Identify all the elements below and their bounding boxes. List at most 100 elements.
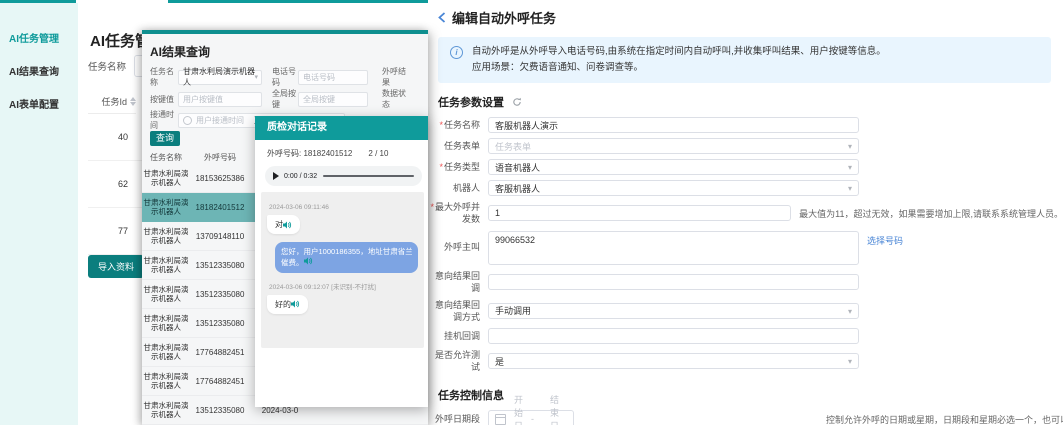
query-button[interactable]: 查询 [150,131,180,146]
info-alert: i 自动外呼是从外呼导入电话号码,由系统在指定时间内自动呼叫,并收集呼叫结果、用… [438,37,1051,83]
task-name-cell: 甘肃水利局演示机器人 [142,198,190,217]
result-query-panel: AI结果查询 任务名称 甘肃水利局演示机器人 ▾ 电话号码 电话号码 外呼结果 … [142,30,428,425]
page-title: 编辑自动外呼任务 [452,8,556,27]
message-timestamp: 2024-03-06 09:12:07 [未识别-不打扰] [269,281,418,291]
select-field[interactable]: 客服机器人 ▾ [488,180,859,196]
field-label: 意向结果回调 [428,270,480,294]
task-name-cell: 甘肃水利局演示机器人 [142,169,190,188]
speaker-icon[interactable] [283,221,292,229]
sidebar-item[interactable]: AI结果查询 [0,54,78,87]
select-field[interactable]: 语音机器人 ▾ [488,159,859,175]
task-name-select[interactable]: 甘肃水利局演示机器人 ▾ [178,70,262,85]
date-range-picker[interactable]: 开始日期 - 结束日期 [488,410,574,425]
global-key-input[interactable]: 全局按键 [298,92,368,107]
import-data-button[interactable]: 导入资料 [88,255,144,278]
phone-cell: 17764882451 [190,348,250,357]
sidebar-item[interactable]: AI表单配置 [0,87,78,120]
task-name-cell: 甘肃水利局演示机器人 [142,314,190,333]
sidebar: AI任务管理AI结果查询AI表单配置 [0,3,78,425]
field-hint: 最大值为11，超过无效，如果需要增加上限,请联系系统管理人员。 [799,207,1063,220]
form-row: 挂机回调 [428,328,1063,344]
form-row: *任务名称 客服机器人演示 [428,117,1063,133]
field-label: *最大外呼并发数 [428,201,480,225]
select-number-link[interactable]: 选择号码 [867,234,903,247]
chevron-down-icon: ▾ [848,184,852,193]
phone-cell: 13512335080 [190,290,250,299]
form-row: *最大外呼并发数 1 最大值为11，超过无效，如果需要增加上限,请联系系统管理人员。 [428,201,1063,225]
required-mark: * [439,120,443,130]
refresh-icon[interactable] [512,97,522,107]
audio-player[interactable]: 0:00 / 0:32 [265,166,422,186]
field-label: 外呼主叫 [428,241,480,253]
key-value-input[interactable]: 用户按键值 [178,92,262,107]
task-name-cell: 甘肃水利局演示机器人 [142,343,190,362]
select-field[interactable]: 手动调用▾ [488,303,859,319]
task-name-cell: 甘肃水利局演示机器人 [142,256,190,275]
field-value: 手动调用 [495,304,531,317]
input-field[interactable] [488,274,859,290]
sidebar-item[interactable]: AI任务管理 [0,21,78,54]
chevron-down-icon: ▾ [848,357,852,366]
date-range-hint: 控制允许外呼的日期或星期，日期段和星期必选一个，也可以同时选择 [826,413,1063,425]
chevron-down-icon: ▾ [848,142,852,151]
play-icon[interactable] [273,172,279,180]
clock-icon [183,116,192,125]
form-row: 外呼主叫 99066532 选择号码 [428,231,1063,265]
panel-header: 编辑自动外呼任务 [438,8,1063,27]
field-label: 是否允许测试 [428,349,480,373]
callee-number: 外呼号码: 18182401512 [267,148,352,159]
edit-task-panel: 编辑自动外呼任务 i 自动外呼是从外呼导入电话号码,由系统在指定时间内自动呼叫,… [428,0,1063,425]
chat-transcript: 2024-03-06 09:11:46对您好，用户1000186355，地址甘肃… [261,192,424,348]
input-field[interactable]: 1 [488,205,791,221]
calendar-icon [495,414,506,425]
info-line-2: 应用场景：欠费语音通知、问卷调查等。 [472,60,1041,76]
field-value: 是 [495,355,504,368]
field-label: *任务名称 [428,119,480,131]
panel-title: AI结果查询 [150,43,210,60]
filter-label: 全局按键 [272,88,298,110]
task-name-cell: 甘肃水利局演示机器人 [142,285,190,304]
select-field[interactable]: 是▾ [488,353,859,369]
field-value: 客服机器人 [495,182,540,195]
task-id-cell: 62 [88,179,128,189]
task-id-cell: 40 [88,132,128,142]
filter-label: 按键值 [150,94,178,105]
bubble-line: 您好，用户1000186355，地址甘肃省兰州市七里河区西 [281,246,412,257]
phone-cell: 13512335080 [190,261,250,270]
phone-input[interactable]: 电话号码 [298,70,368,85]
filter-label: 数据状态 [382,88,412,110]
section-task-params: 任务参数设置 [438,94,1063,110]
task-id-cell: 77 [88,226,128,236]
input-field[interactable] [488,328,859,344]
speaker-icon[interactable] [304,257,313,265]
info-icon: i [450,46,463,59]
task-param-form: *任务名称客服机器人演示任务表单任务表单▾*任务类型语音机器人▾机器人客服机器人… [428,117,1063,373]
input-field[interactable]: 客服机器人演示 [488,117,859,133]
field-value: 语音机器人 [495,161,540,174]
speaker-icon[interactable] [291,300,300,308]
sort-icons[interactable] [130,97,136,106]
form-row: 意向结果回调 [428,270,1063,294]
form-row: 意向结果回调方式手动调用▾ [428,299,1063,323]
filter-row-1: 任务名称 甘肃水利局演示机器人 ▾ 电话号码 电话号码 外呼结果 [150,66,412,88]
phone-cell: 13709148110 [190,232,250,241]
field-value: 99066532 [495,235,535,245]
task-name-cell: 甘肃水利局演示机器人 [142,401,190,420]
chevron-down-icon: ▾ [254,73,258,81]
filter-label: 电话号码 [272,66,298,88]
field-value: 客服机器人演示 [495,119,558,132]
field-label: 外呼日期段 [428,413,480,425]
textarea-field[interactable]: 99066532 [488,231,859,265]
chevron-down-icon: ▾ [848,163,852,172]
pagination: 2 / 10 [368,149,388,158]
required-mark: * [430,202,434,212]
filter-label: 接通时间 [150,109,178,131]
audio-progress-bar[interactable] [323,175,414,177]
form-row: 任务表单任务表单▾ [428,138,1063,154]
filter-label: 外呼结果 [382,66,412,88]
back-icon[interactable] [438,12,446,23]
message-timestamp: 2024-03-06 09:11:46 [269,204,418,211]
task-id-column-header[interactable]: 任务Id [88,89,136,114]
select-field[interactable]: 任务表单▾ [488,138,859,154]
form-row: 机器人客服机器人▾ [428,180,1063,196]
